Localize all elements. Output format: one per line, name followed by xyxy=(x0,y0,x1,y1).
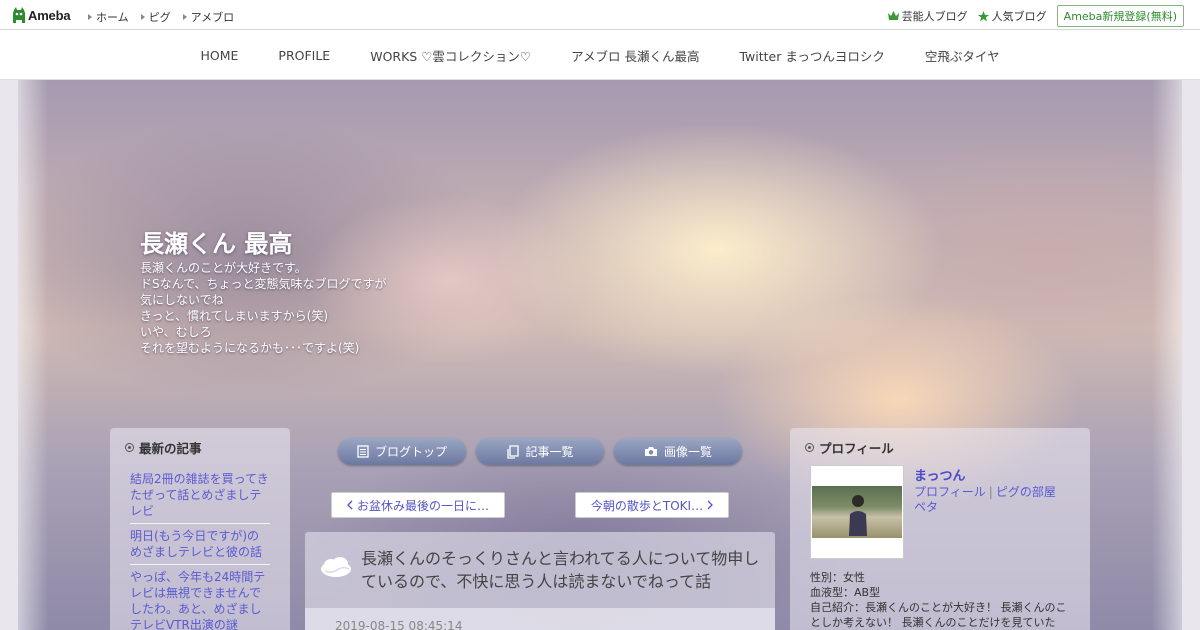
document-icon xyxy=(357,445,369,458)
nav-item-profile[interactable]: PROFILE xyxy=(278,48,330,63)
celebrity-blog-link[interactable]: 芸能人ブログ xyxy=(887,8,968,24)
profile-link[interactable]: プロフィール xyxy=(914,485,986,499)
blog-description-line: ドSなんで、ちょっと変態気味なブログですが xyxy=(140,277,387,291)
blog-description: 長瀬くんのことが大好きです。 ドSなんで、ちょっと変態気味なブログですが 気にし… xyxy=(140,260,387,356)
ameba-monster-icon xyxy=(13,7,25,23)
recent-article-link[interactable]: 明日(もう今日ですが)のめざましテレビと彼の話 xyxy=(130,524,270,565)
top-link-pig[interactable]: ピグ xyxy=(140,9,171,25)
profile-photo[interactable] xyxy=(810,465,904,559)
blog-nav: HOME PROFILE WORKS ♡雲コレクション♡ アメブロ 長瀬くん最高… xyxy=(0,30,1200,80)
recent-articles-heading-label: 最新の記事 xyxy=(139,441,202,456)
article-title[interactable]: 長瀬くんのそっくりさんと言われてる人について物申しているので、不快に思う人は読ま… xyxy=(361,547,761,593)
peta-link[interactable]: ペタ xyxy=(914,500,938,514)
pig-room-link[interactable]: ピグの部屋 xyxy=(996,485,1056,499)
star-icon xyxy=(977,10,989,21)
ameba-top-bar: Ameba ホーム ピグ アメブロ 芸能人ブログ 人気ブログ Ameba新規登録… xyxy=(0,0,1200,30)
recent-article-link[interactable]: やっぱ、今年も24時間テレビは無視できませんでしたわ。あと、めざましテレビVTR… xyxy=(130,565,270,630)
nav-item-works[interactable]: WORKS ♡雲コレクション♡ xyxy=(370,46,531,65)
blog-description-line: 気にしないでね xyxy=(140,293,224,307)
recent-article-link[interactable]: 結局2冊の雑誌を買ってきたぜって話とめざましテレビ xyxy=(130,467,270,524)
article-meta: 2019-08-15 08:45:14 xyxy=(305,608,775,630)
triangle-right-icon xyxy=(182,14,187,20)
recent-articles-heading: 最新の記事 xyxy=(110,428,290,457)
profile-gender: 性別：女性 xyxy=(810,571,865,584)
chevron-left-icon xyxy=(347,500,353,510)
article-date: 2019-08-15 08:45:14 xyxy=(335,619,463,630)
profile-panel: プロフィール まっつん プロフィール | ピグの部屋 ペタ 性別：女性 血液型：AB… xyxy=(790,428,1090,630)
article-list-label: 記事一覧 xyxy=(525,445,574,459)
register-button[interactable]: Ameba新規登録(無料) xyxy=(1056,5,1184,27)
flower-icon xyxy=(125,443,134,452)
flower-icon xyxy=(805,443,814,452)
cloud-header-background: 長瀬くん 最高 長瀬くんのことが大好きです。 ドSなんで、ちょっと変態気味なブロ… xyxy=(18,80,1182,630)
celebrity-blog-label: 芸能人ブログ xyxy=(901,10,968,23)
triangle-right-icon xyxy=(140,14,145,20)
nav-item-ameblo[interactable]: アメブロ 長瀬くん最高 xyxy=(571,46,699,65)
separator: | xyxy=(988,485,993,499)
previous-article-button[interactable]: お盆休み最後の一日に… xyxy=(331,492,505,518)
image-list-button[interactable]: 画像一覧 xyxy=(614,438,742,465)
recent-articles-panel: 最新の記事 結局2冊の雑誌を買ってきたぜって話とめざましテレビ 明日(もう今日で… xyxy=(110,428,290,630)
blog-description-line: きっと、慣れてしまいますから(笑) xyxy=(140,309,329,323)
top-link-label: ホーム xyxy=(96,11,129,24)
nav-item-home[interactable]: HOME xyxy=(200,48,238,63)
ameba-logo[interactable]: Ameba xyxy=(12,6,71,24)
blog-description-line: それを望むようになるかも･･･ですよ(笑) xyxy=(140,341,360,355)
top-link-home[interactable]: ホーム xyxy=(88,9,129,25)
profile-links: プロフィール | ピグの部屋 ペタ xyxy=(914,485,1074,515)
nav-item-twitter[interactable]: Twitter まっつんヨロシク xyxy=(739,46,884,65)
article-card: 長瀬くんのそっくりさんと言われてる人について物申しているので、不快に思う人は読ま… xyxy=(305,532,775,630)
person-silhouette xyxy=(849,495,867,536)
profile-intro: 自己紹介：長瀬くんのことが大好き！ 長瀬くんのことしか考えない！ 長瀬くんのこと… xyxy=(810,601,1067,629)
blog-top-label: ブログトップ xyxy=(374,445,447,459)
next-article-button[interactable]: 今朝の散歩とTOKI… xyxy=(575,492,729,518)
popular-blog-link[interactable]: 人気ブログ xyxy=(977,8,1047,24)
popular-blog-label: 人気ブログ xyxy=(991,10,1047,23)
top-link-label: ピグ xyxy=(148,11,171,24)
crown-icon xyxy=(887,11,899,20)
profile-heading-label: プロフィール xyxy=(819,441,894,456)
profile-name[interactable]: まっつん xyxy=(914,465,965,484)
cloud-icon xyxy=(321,557,351,577)
blog-title[interactable]: 長瀬くん 最高 xyxy=(140,224,292,259)
image-list-label: 画像一覧 xyxy=(663,445,712,459)
blog-menu-buttons: ブログトップ 記事一覧 画像一覧 xyxy=(338,438,742,465)
profile-photo-image xyxy=(812,486,902,538)
blog-top-button[interactable]: ブログトップ xyxy=(338,438,466,465)
blog-description-line: 長瀬くんのことが大好きです。 xyxy=(140,261,307,275)
top-link-ameblo[interactable]: アメブロ xyxy=(182,9,235,25)
profile-heading: プロフィール xyxy=(790,428,1090,457)
camera-icon xyxy=(644,447,657,456)
profile-info: 性別：女性 血液型：AB型 自己紹介：長瀬くんのことが大好き！ 長瀬くんのことし… xyxy=(810,570,1075,630)
triangle-right-icon xyxy=(88,14,92,20)
previous-article-label: お盆休み最後の一日に… xyxy=(356,498,489,513)
ameba-logo-text: Ameba xyxy=(28,7,71,23)
article-list-button[interactable]: 記事一覧 xyxy=(476,438,604,465)
profile-blood-type: 血液型：AB型 xyxy=(810,586,881,599)
blog-description-line: いや、むしろ xyxy=(140,325,212,339)
next-article-label: 今朝の散歩とTOKI… xyxy=(590,498,704,513)
nav-item-sky-tire[interactable]: 空飛ぶタイヤ xyxy=(925,46,1000,65)
recent-articles-list: 結局2冊の雑誌を買ってきたぜって話とめざましテレビ 明日(もう今日ですが)のめざ… xyxy=(110,467,290,630)
top-links: ホーム ピグ アメブロ xyxy=(88,9,234,25)
top-link-label: アメブロ xyxy=(190,11,235,24)
top-right-links: 芸能人ブログ 人気ブログ Ameba新規登録(無料) xyxy=(887,5,1184,27)
copy-icon xyxy=(507,444,520,459)
chevron-right-icon xyxy=(707,500,714,510)
